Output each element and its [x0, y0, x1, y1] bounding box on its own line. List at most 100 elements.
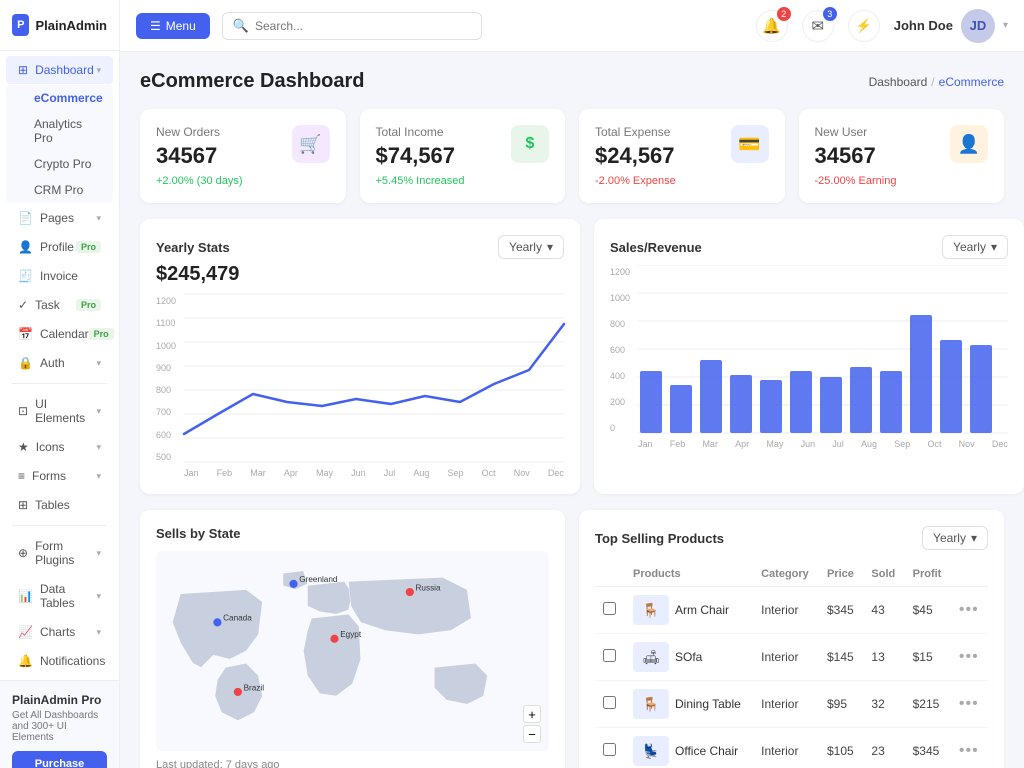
sales-dropdown-button[interactable]: Yearly ▾ [942, 235, 1008, 259]
task-icon: ✓ [18, 298, 28, 312]
stat-icon-orders: 🛒 [292, 125, 330, 163]
sidebar-nav: ⊞ Dashboard ▾ eCommerce Analytics Pro Cr… [0, 51, 119, 680]
sidebar-item-dashboard[interactable]: ⊞ Dashboard ▾ [6, 56, 113, 84]
sidebar-subitem-crypto[interactable]: Crypto Pro [6, 151, 113, 177]
stat-label: Total Expense [595, 125, 675, 139]
row-check-cell [595, 587, 625, 634]
content-area: eCommerce Dashboard Dashboard / eCommerc… [120, 52, 1024, 768]
sidebar-item-pages[interactable]: 📄 Pages ▾ [6, 204, 113, 232]
chart-title: Yearly Stats [156, 240, 230, 255]
stat-card-header: Total Expense $24,567 💳 [595, 125, 769, 169]
search-input[interactable] [255, 19, 471, 33]
main-content: ☰ Menu 🔍 🔔 2 ✉ 3 ⚡ John Doe JD [120, 0, 1024, 768]
col-price: Price [819, 562, 863, 587]
bar-chart-container: 120010008006004002000 [610, 265, 1008, 449]
user-chevron-icon: ▾ [1003, 20, 1008, 31]
stat-info: New User 34567 [815, 125, 876, 169]
notifications-icon: 🔔 [18, 654, 33, 668]
profit-cell: $215 [905, 681, 951, 728]
row-checkbox[interactable] [603, 602, 616, 615]
filter-icon-wrap[interactable]: ⚡ [848, 10, 880, 42]
table-body: 🪑 Arm Chair Interior $345 43 $45 ••• [595, 587, 988, 768]
sidebar-item-data-tables[interactable]: 📊 Data Tables ▾ [6, 575, 113, 617]
sold-cell: 32 [863, 681, 904, 728]
actions-cell: ••• [951, 587, 988, 634]
sells-by-state-card: Sells by State [140, 510, 565, 768]
stat-value: $74,567 [376, 143, 456, 169]
table-row: 🛋 SOfa Interior $145 13 $15 ••• [595, 634, 988, 681]
topbar: ☰ Menu 🔍 🔔 2 ✉ 3 ⚡ John Doe JD [120, 0, 1024, 52]
product-name-cell: 🪑 Dining Table [633, 689, 745, 719]
menu-button[interactable]: ☰ Menu [136, 13, 210, 39]
col-check [595, 562, 625, 587]
chevron-down-icon: ▾ [96, 65, 101, 76]
map-zoom-out-button[interactable]: − [523, 725, 541, 743]
profile-icon: 👤 [18, 240, 33, 254]
map-controls: + − [523, 705, 541, 743]
messages-icon-wrap[interactable]: ✉ 3 [802, 10, 834, 42]
sidebar-item-forms[interactable]: ≡ Forms ▾ [6, 462, 113, 490]
sidebar-subitem-ecommerce[interactable]: eCommerce [6, 85, 113, 111]
stat-card-new-user: New User 34567 👤 -25.00% Earning [799, 109, 1005, 203]
stat-icon-user: 👤 [950, 125, 988, 163]
sidebar-item-form-plugins[interactable]: ⊕ Form Plugins ▾ [6, 532, 113, 574]
stat-card-total-expense: Total Expense $24,567 💳 -2.00% Expense [579, 109, 785, 203]
dropdown-chevron-icon: ▾ [971, 531, 977, 545]
row-checkbox[interactable] [603, 696, 616, 709]
ui-icon: ⊡ [18, 404, 28, 418]
row-checkbox[interactable] [603, 743, 616, 756]
row-more-button[interactable]: ••• [959, 601, 979, 619]
x-axis-labels-line: JanFebMarAprMayJunJulAugSepOctNovDec [184, 468, 564, 478]
row-check-cell [595, 728, 625, 768]
col-actions [951, 562, 988, 587]
sidebar-item-tables[interactable]: ⊞ Tables [6, 491, 113, 519]
invoice-icon: 🧾 [18, 269, 33, 283]
sold-cell: 13 [863, 634, 904, 681]
sidebar-subitem-crm[interactable]: CRM Pro [6, 177, 113, 203]
tables-icon: ⊞ [18, 498, 28, 512]
logo-text: PlainAdmin [35, 18, 107, 33]
sidebar-item-auth[interactable]: 🔒 Auth ▾ [6, 349, 113, 377]
row-more-button[interactable]: ••• [959, 648, 979, 666]
chevron-down-icon: ▾ [96, 591, 101, 602]
map-zoom-in-button[interactable]: + [523, 705, 541, 723]
data-tables-icon: 📊 [18, 589, 33, 603]
search-icon: 🔍 [233, 18, 249, 34]
map-title: Sells by State [156, 526, 549, 541]
breadcrumb-home[interactable]: Dashboard [869, 75, 928, 89]
pages-icon: 📄 [18, 211, 33, 225]
row-more-button[interactable]: ••• [959, 742, 979, 760]
col-profit: Profit [905, 562, 951, 587]
sidebar-item-profile[interactable]: 👤 Profile Pro [6, 233, 113, 261]
sidebar-subitem-analytics[interactable]: Analytics Pro [6, 111, 113, 151]
row-more-button[interactable]: ••• [959, 695, 979, 713]
filter-icon: ⚡ [848, 10, 880, 42]
product-thumbnail: 🪑 [633, 689, 669, 719]
sidebar-item-calendar[interactable]: 📅 Calendar Pro [6, 320, 113, 348]
sidebar-item-charts[interactable]: 📈 Charts ▾ [6, 618, 113, 646]
mail-badge: 3 [823, 7, 837, 21]
svg-text:Canada: Canada [223, 614, 252, 623]
stat-change: -25.00% Earning [815, 175, 989, 187]
sidebar-item-icons[interactable]: ★ Icons ▾ [6, 433, 113, 461]
sidebar-item-task[interactable]: ✓ Task Pro [6, 291, 113, 319]
purchase-now-button[interactable]: Purchase Now [12, 751, 107, 768]
svg-text:Egypt: Egypt [340, 630, 362, 639]
product-thumbnail: 💺 [633, 736, 669, 766]
sales-revenue-card: Sales/Revenue Yearly ▾ 12001000800600400… [594, 219, 1024, 494]
user-profile[interactable]: John Doe JD ▾ [894, 9, 1008, 43]
sidebar-item-ui-elements[interactable]: ⊡ UI Elements ▾ [6, 390, 113, 432]
stat-info: Total Income $74,567 [376, 125, 456, 169]
stat-card-header: New Orders 34567 🛒 [156, 125, 330, 169]
notifications-bell[interactable]: 🔔 2 [756, 10, 788, 42]
stat-label: Total Income [376, 125, 456, 139]
yearly-dropdown-button[interactable]: Yearly ▾ [498, 235, 564, 259]
profit-cell: $345 [905, 728, 951, 768]
sidebar-divider-2 [12, 525, 107, 526]
sidebar-item-invoice[interactable]: 🧾 Invoice [6, 262, 113, 290]
chevron-down-icon: ▾ [96, 442, 101, 453]
product-cell: 🛋 SOfa [625, 634, 753, 681]
sidebar-item-notifications[interactable]: 🔔 Notifications [6, 647, 113, 675]
row-checkbox[interactable] [603, 649, 616, 662]
products-dropdown-button[interactable]: Yearly ▾ [922, 526, 988, 550]
